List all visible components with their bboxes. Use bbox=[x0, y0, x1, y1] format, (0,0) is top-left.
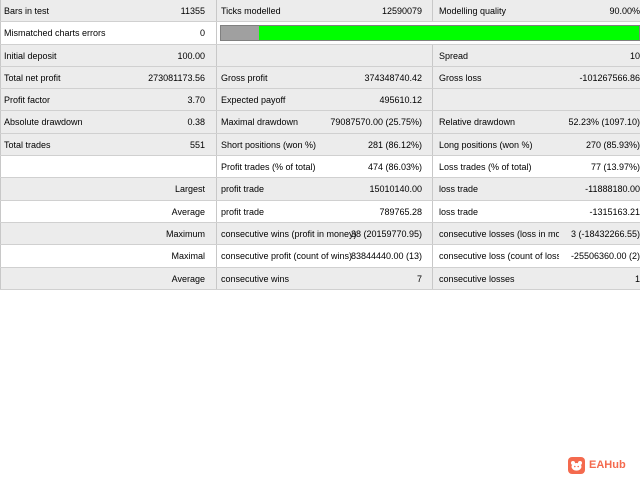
metric-value: 1 bbox=[634, 273, 640, 284]
row-group-label: Average bbox=[171, 273, 205, 284]
metric-value: 551 bbox=[189, 139, 205, 150]
modelling-quality-bar-gray bbox=[221, 26, 259, 41]
row-group-label: Maximal bbox=[171, 251, 205, 262]
metric-value: 3 (-18432266.55) bbox=[570, 228, 640, 239]
metric-value: 90.00% bbox=[609, 6, 640, 16]
metric-value: 281 (86.12%) bbox=[367, 139, 422, 150]
report-row: Maximum consecutive wins (profit in money… bbox=[0, 222, 640, 246]
report-row: Bars in test 11355 Ticks modelled 12590079 M… bbox=[0, 0, 640, 23]
metric-value: 7 bbox=[416, 273, 422, 284]
report-row: Maximal consecutive profit (count of wins… bbox=[0, 245, 640, 268]
metric-value: 12590079 bbox=[381, 6, 422, 16]
report-row: Total trades 551 Short positions (won %) 28… bbox=[0, 133, 640, 157]
metric-value: 374348740.42 bbox=[364, 72, 422, 83]
metric-value: -101267566.86 bbox=[579, 72, 640, 83]
watermark-text: EAHub bbox=[589, 459, 626, 471]
metric-value: 270 (85.93%) bbox=[585, 139, 640, 150]
row-group-label: Average bbox=[171, 206, 205, 217]
metric-value: 79087570.00 (25.75%) bbox=[330, 117, 422, 128]
metric-value: 11355 bbox=[180, 6, 205, 16]
metric-value: 15010140.00 bbox=[369, 184, 422, 195]
row-group-label bbox=[100, 156, 205, 177]
metric-value: 100.00 bbox=[177, 50, 205, 61]
report-row: Profit factor 3.70 Expected payoff 495610.1… bbox=[0, 89, 640, 112]
row-group-label: Maximum bbox=[165, 228, 205, 239]
report-row: Total net profit 273081173.56 Gross profit… bbox=[0, 66, 640, 90]
metric-value: 495610.12 bbox=[379, 95, 422, 106]
report-row: Average profit trade 789765.28 loss trade -1… bbox=[0, 200, 640, 223]
modelling-quality-bar bbox=[220, 25, 640, 42]
metric-value: 789765.28 bbox=[379, 206, 422, 217]
metric-value: 273081173.56 bbox=[148, 72, 205, 83]
hub-logo-icon bbox=[568, 456, 585, 474]
report-row: Largest profit trade 15010140.00 loss trade… bbox=[0, 178, 640, 201]
metric-value: -25506360.00 (2) bbox=[570, 251, 640, 262]
metric-value: 3.70 bbox=[187, 95, 205, 106]
report-row: Profit trades (% of total) 474 (86.03%) Lo… bbox=[0, 156, 640, 179]
strategy-tester-report: Bars in test 11355 Ticks modelled 12590079 M… bbox=[0, 0, 640, 290]
report-row: Average consecutive wins 7 consecutive loss… bbox=[0, 267, 640, 290]
watermark: EAHub bbox=[568, 456, 626, 474]
metric-value: 77 (13.97%) bbox=[590, 162, 640, 173]
metric-value: -1315163.21 bbox=[589, 206, 640, 217]
metric-value: 0 bbox=[199, 28, 205, 39]
metric-value: 38 (20159770.95) bbox=[350, 228, 422, 239]
metric-value: 83844440.00 (13) bbox=[350, 251, 422, 262]
metric-value: 10 bbox=[629, 50, 640, 61]
metric-value: 474 (86.03%) bbox=[367, 162, 422, 173]
report-row: Mismatched charts errors 0 bbox=[0, 22, 640, 45]
metric-value: 0.38 bbox=[187, 117, 205, 128]
metric-value: -11888180.00 bbox=[585, 184, 640, 195]
row-group-label: Largest bbox=[174, 184, 205, 195]
report-row: Absolute drawdown 0.38 Maximal drawdown 790… bbox=[0, 111, 640, 134]
metric-value: 52.23% (1097.10) bbox=[568, 117, 640, 128]
report-row: Initial deposit 100.00 Spread 10 bbox=[0, 44, 640, 67]
